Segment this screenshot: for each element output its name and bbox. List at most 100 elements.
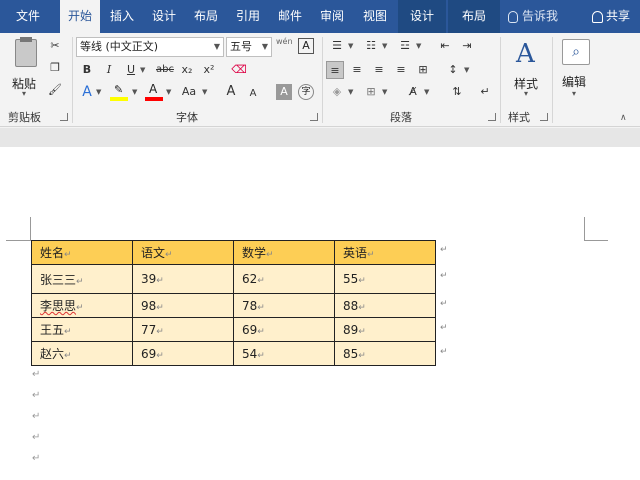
styles-button[interactable]: A 样式 ▾ xyxy=(508,37,548,101)
table-cell: 78 xyxy=(242,298,258,313)
underline-button[interactable]: U xyxy=(122,61,140,79)
align-left-icon[interactable]: ≡ xyxy=(326,61,344,79)
paragraph-launcher-icon[interactable] xyxy=(488,113,496,121)
tab-table-design[interactable]: 设计 xyxy=(398,0,446,33)
tab-table-layout[interactable]: 布局 xyxy=(448,0,500,33)
enclose-char-button[interactable]: 字 xyxy=(298,84,314,100)
table-cell: 张三三 xyxy=(40,272,77,287)
chevron-down-icon[interactable]: ▼ xyxy=(348,88,353,96)
tab-design[interactable]: 设计 xyxy=(144,0,184,33)
clear-format-icon[interactable]: ⌫ xyxy=(230,61,248,79)
editing-button[interactable]: ⌕ 编辑 ▾ xyxy=(558,37,594,101)
shrink-font-button[interactable]: A xyxy=(244,85,262,103)
chevron-down-icon[interactable]: ▼ xyxy=(464,66,469,74)
char-border-button[interactable]: A xyxy=(298,38,314,54)
borders-icon[interactable]: ⊞ xyxy=(362,83,380,101)
table-header-cell: 姓名 xyxy=(40,246,65,260)
pinyin-guide-button[interactable]: wén xyxy=(276,37,293,46)
grow-font-button[interactable]: A xyxy=(222,83,240,101)
chevron-down-icon[interactable]: ▼ xyxy=(416,42,421,50)
table-cell: 85 xyxy=(343,346,359,361)
person-icon xyxy=(592,10,603,23)
clipboard-launcher-icon[interactable] xyxy=(60,113,68,121)
justify-icon[interactable]: ≡ xyxy=(392,61,410,79)
subscript-button[interactable]: x₂ xyxy=(178,61,196,79)
chevron-down-icon: ▾ xyxy=(572,89,577,98)
format-painter-icon[interactable]: 🖌 xyxy=(46,81,64,99)
table-cell: 39 xyxy=(141,272,157,286)
chevron-down-icon[interactable]: ▼ xyxy=(382,42,387,50)
align-right-icon[interactable]: ≡ xyxy=(370,61,388,79)
bullets-icon[interactable]: ☰ xyxy=(328,37,346,55)
collapse-ribbon-icon[interactable]: ∧ xyxy=(620,113,627,123)
table-header-cell: 语文 xyxy=(141,246,166,260)
italic-button[interactable]: I xyxy=(100,61,118,79)
bold-button[interactable]: B xyxy=(78,61,96,79)
change-case-button[interactable]: Aa xyxy=(178,83,200,101)
table-cell: 77 xyxy=(141,322,157,337)
strikethrough-button[interactable]: abc xyxy=(154,61,176,79)
chevron-down-icon[interactable]: ▼ xyxy=(132,88,137,96)
chevron-down-icon[interactable]: ▼ xyxy=(166,88,171,96)
document-page[interactable]: 姓名↵ 语文↵ 数学↵ 英语↵ 张三三↵ 39↵ 62↵ 55↵ 李思思↵ 98… xyxy=(0,147,640,480)
table-cell: 62 xyxy=(242,272,258,286)
multilevel-list-icon[interactable]: ☲ xyxy=(396,37,414,55)
paragraph-mark[interactable]: ↵ xyxy=(32,411,40,422)
row-end-mark: ↵ xyxy=(440,271,448,281)
chevron-down-icon[interactable]: ▼ xyxy=(348,42,353,50)
tab-references[interactable]: 引用 xyxy=(228,0,268,33)
highlight-color-button[interactable]: ✎ xyxy=(110,83,130,101)
distributed-icon[interactable]: ⊞ xyxy=(414,61,432,79)
superscript-button[interactable]: x² xyxy=(200,61,218,79)
cut-icon[interactable]: ✂ xyxy=(46,37,64,55)
chevron-down-icon[interactable]: ▼ xyxy=(140,66,145,74)
chevron-down-icon[interactable]: ▼ xyxy=(96,88,101,96)
sort-icon[interactable]: ⇅ xyxy=(448,83,466,101)
styles-launcher-icon[interactable] xyxy=(540,113,548,121)
paragraph-mark[interactable]: ↵ xyxy=(32,390,40,401)
paragraph-mark[interactable]: ↵ xyxy=(32,453,40,464)
table-cell: 赵六 xyxy=(40,347,65,361)
char-shading-button[interactable]: A xyxy=(276,84,292,100)
table-cell: 李思思 xyxy=(40,299,77,313)
tab-mailings[interactable]: 邮件 xyxy=(270,0,310,33)
font-size-combo[interactable]: 五号 ▼ xyxy=(226,37,272,57)
share-button[interactable]: 共享 xyxy=(592,0,630,33)
chevron-down-icon[interactable]: ▼ xyxy=(202,88,207,96)
data-table[interactable]: 姓名↵ 语文↵ 数学↵ 英语↵ 张三三↵ 39↵ 62↵ 55↵ 李思思↵ 98… xyxy=(31,240,436,366)
font-group-label: 字体 xyxy=(176,111,198,124)
line-spacing-icon[interactable]: ↕ xyxy=(444,61,462,79)
tab-insert[interactable]: 插入 xyxy=(103,0,141,33)
paste-button[interactable]: 粘贴 ▾ xyxy=(10,37,44,98)
table-cell: 54 xyxy=(242,346,258,361)
tab-view[interactable]: 视图 xyxy=(354,0,396,33)
paragraph-mark[interactable]: ↵ xyxy=(32,369,40,380)
tab-file[interactable]: 文件 xyxy=(0,0,56,33)
font-launcher-icon[interactable] xyxy=(310,113,318,121)
marker-icon: ✎ xyxy=(114,83,124,96)
clipboard-icon xyxy=(15,39,37,67)
tab-home[interactable]: 开始 xyxy=(60,0,100,33)
show-marks-icon[interactable]: ↵ xyxy=(476,83,494,101)
shading-icon[interactable]: ◈ xyxy=(328,83,346,101)
asian-layout-icon[interactable]: A̸ xyxy=(404,83,422,101)
font-color-button[interactable]: A xyxy=(144,82,164,101)
search-icon: ⌕ xyxy=(562,39,590,65)
tell-me-box[interactable]: 告诉我 xyxy=(508,0,558,33)
numbering-icon[interactable]: ☷ xyxy=(362,37,380,55)
tab-layout[interactable]: 布局 xyxy=(186,0,226,33)
chevron-down-icon[interactable]: ▼ xyxy=(424,88,429,96)
align-center-icon[interactable]: ≡ xyxy=(348,61,366,79)
copy-icon[interactable]: ❐ xyxy=(46,59,64,77)
tab-review[interactable]: 审阅 xyxy=(312,0,352,33)
increase-indent-icon[interactable]: ⇥ xyxy=(458,37,476,55)
table-cell: 88 xyxy=(343,298,359,313)
table-row: 王五↵ 77↵ 69↵ 89↵ xyxy=(31,317,436,342)
table-cell: 69 xyxy=(141,346,157,361)
paragraph-mark[interactable]: ↵ xyxy=(32,432,40,443)
font-name-combo[interactable]: 等线 (中文正文) ▼ xyxy=(76,37,224,57)
text-effects-icon[interactable]: A xyxy=(78,83,96,101)
chevron-down-icon[interactable]: ▼ xyxy=(382,88,387,96)
decrease-indent-icon[interactable]: ⇤ xyxy=(436,37,454,55)
ribbon-tab-bar: 文件 开始 插入 设计 布局 引用 邮件 审阅 视图 设计 布局 告诉我 共享 xyxy=(0,0,640,33)
